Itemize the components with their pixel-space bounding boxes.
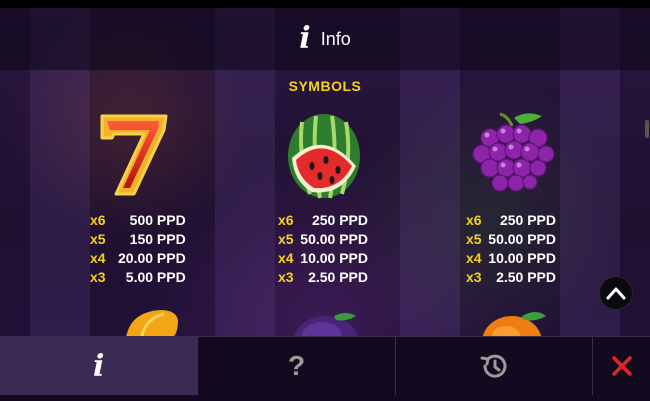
symbol-card-grapes: x6 250 PPD x5 50.00 PPD x4 10.00 PPD x3 2.50… xyxy=(466,108,650,288)
payout-row: x5 50.00 PPD xyxy=(466,230,556,247)
tab-history[interactable] xyxy=(396,337,594,395)
payout-table: x6 250 PPD x5 50.00 PPD x4 10.00 PPD x3 2.50… xyxy=(278,210,368,286)
question-icon: ? xyxy=(288,350,306,381)
payout-row: x6 250 PPD xyxy=(466,211,556,228)
payout-row: x4 20.00 PPD xyxy=(90,249,186,266)
lemon-icon xyxy=(126,310,178,338)
payout-table: x6 250 PPD x5 50.00 PPD x4 10.00 PPD x3 2.50… xyxy=(466,210,556,286)
bottom-tab-bar: i ? xyxy=(0,336,650,401)
grapes-icon xyxy=(472,112,555,192)
tab-info[interactable]: i xyxy=(0,337,199,395)
close-icon xyxy=(611,356,632,376)
payout-row: x4 10.00 PPD xyxy=(278,249,368,266)
payout-row: x6 500 PPD xyxy=(90,211,186,228)
top-edge xyxy=(0,0,650,8)
orange-icon xyxy=(482,312,546,338)
seven-icon xyxy=(100,114,168,196)
chevron-up-icon xyxy=(606,287,626,300)
plum-icon xyxy=(294,313,358,338)
history-icon xyxy=(480,354,507,378)
symbol-card-watermelon: x6 250 PPD x5 50.00 PPD x4 10.00 PPD x3 2.50… xyxy=(278,108,478,288)
payout-row: x3 5.00 PPD xyxy=(90,268,186,285)
payout-row: x3 2.50 PPD xyxy=(466,268,556,285)
close-button[interactable] xyxy=(593,337,650,395)
watermelon-icon xyxy=(288,114,360,199)
scrollbar-thumb[interactable] xyxy=(645,120,649,138)
page-title: Info xyxy=(320,28,351,49)
payout-row: x6 250 PPD xyxy=(278,211,368,228)
info-icon: i xyxy=(92,348,105,384)
scroll-up-button[interactable] xyxy=(599,276,633,310)
payout-table: x6 500 PPD x5 150 PPD x4 20.00 PPD x3 5.00 P… xyxy=(90,210,186,286)
payout-row: x3 2.50 PPD xyxy=(278,268,368,285)
payout-row: x5 50.00 PPD xyxy=(278,230,368,247)
payout-row: x5 150 PPD xyxy=(90,230,186,247)
info-header: i Info xyxy=(0,8,650,70)
tab-help[interactable]: ? xyxy=(198,337,396,395)
symbol-card-seven: x6 500 PPD x5 150 PPD x4 20.00 PPD x3 5.00 P… xyxy=(90,108,290,288)
payout-row: x4 10.00 PPD xyxy=(466,249,556,266)
info-icon: i xyxy=(299,21,311,56)
section-title: SYMBOLS xyxy=(288,78,362,94)
